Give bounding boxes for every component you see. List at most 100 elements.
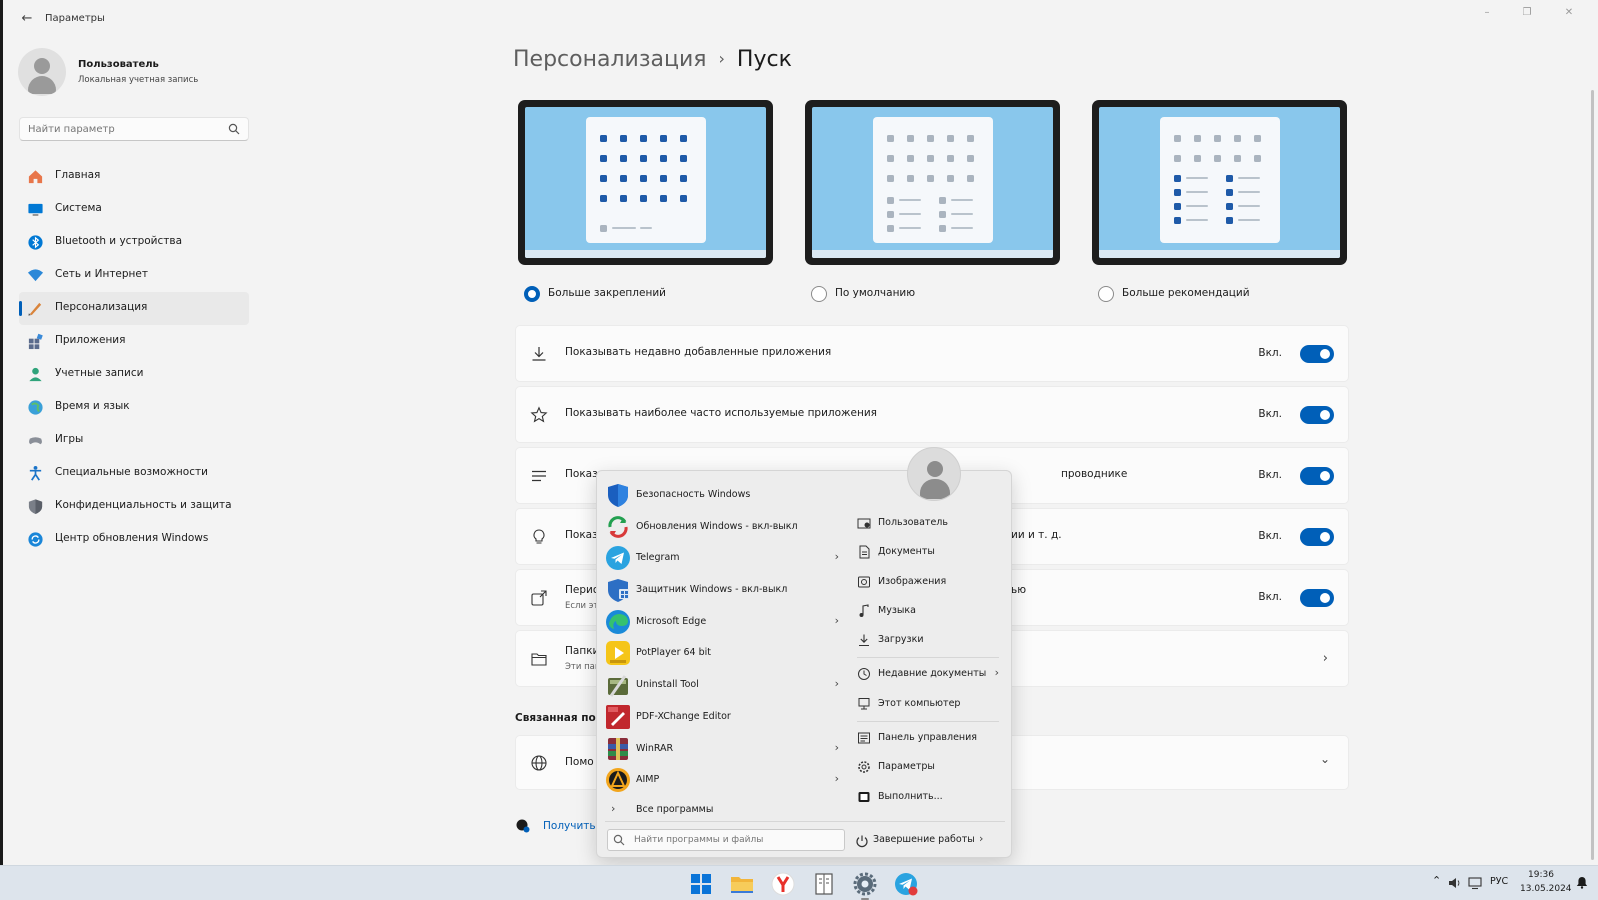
shutdown-button[interactable]: Завершение работы ›: [855, 831, 1005, 851]
preview-line: [899, 199, 921, 201]
sidebar-item-windows-update[interactable]: Центр обновления Windows: [19, 523, 249, 556]
sidebar-item-network[interactable]: Сеть и Интернет: [19, 259, 249, 292]
chevron-right-icon[interactable]: ›: [835, 741, 839, 754]
start-place-settings-gear[interactable]: Параметры: [853, 753, 1003, 782]
sidebar-item-gaming[interactable]: Игры: [19, 424, 249, 457]
start-app-windows-updates-toggle[interactable]: Обновления Windows - вкл-выкл: [605, 511, 845, 543]
scrollbar[interactable]: [1591, 90, 1594, 860]
setting-label: Показ: [565, 529, 598, 541]
sidebar-item-system[interactable]: Система: [19, 193, 249, 226]
sidebar-item-time-language[interactable]: Время и язык: [19, 391, 249, 424]
sidebar-item-label: Главная: [55, 169, 101, 181]
search-input[interactable]: [28, 121, 218, 137]
layout-preview-2[interactable]: [805, 100, 1060, 265]
start-app-winrar[interactable]: WinRAR ›: [605, 733, 845, 765]
start-place-recent[interactable]: Недавние документы ›: [853, 660, 1003, 689]
user-profile[interactable]: Пользователь Локальная учетная запись: [18, 48, 248, 96]
taskbar-settings-app[interactable]: [852, 871, 878, 900]
all-programs-button[interactable]: › Все программы: [605, 801, 845, 821]
start-place-documents[interactable]: Документы: [853, 538, 1003, 567]
minimize-button[interactable]: –: [1472, 4, 1502, 22]
start-place-run[interactable]: Выполнить...: [853, 783, 1003, 812]
start-app-telegram[interactable]: Telegram ›: [605, 542, 845, 574]
start-app-potplayer[interactable]: PotPlayer 64 bit: [605, 637, 845, 669]
toggle-switch[interactable]: [1300, 467, 1334, 485]
toggle-switch[interactable]: [1300, 406, 1334, 424]
layout-preview-3[interactable]: [1092, 100, 1347, 265]
start-search-input[interactable]: [634, 833, 834, 847]
sidebar-item-label: Учетные записи: [55, 367, 144, 379]
start-place-user-folder[interactable]: Пользователь: [853, 509, 1003, 538]
start-search-box[interactable]: [607, 829, 845, 851]
sidebar-item-privacy-shield[interactable]: Конфиденциальность и защита: [19, 490, 249, 523]
chevron-right-icon[interactable]: ›: [979, 832, 983, 845]
sidebar-item-apps[interactable]: Приложения: [19, 325, 249, 358]
layout-radio-1[interactable]: [524, 286, 540, 302]
layout-option-3[interactable]: Больше рекомендаций: [1098, 285, 1338, 303]
start-place-music[interactable]: Музыка: [853, 597, 1003, 626]
chevron-right-icon[interactable]: ›: [995, 666, 999, 679]
clock-date[interactable]: 13.05.2024: [1520, 884, 1572, 894]
start-app-windows-security[interactable]: Безопасность Windows: [605, 479, 845, 511]
taskbar-file-explorer[interactable]: [729, 871, 755, 897]
breadcrumb-parent[interactable]: Персонализация: [513, 47, 707, 72]
preview-line: [1238, 205, 1260, 207]
start-app-uninstall-tool[interactable]: Uninstall Tool ›: [605, 669, 845, 701]
preview-tile: [1194, 135, 1201, 142]
setting-label: Показывать наиболее часто используемые п…: [565, 407, 877, 419]
start-app-edge[interactable]: Microsoft Edge ›: [605, 606, 845, 638]
sidebar-item-bluetooth[interactable]: Bluetooth и устройства: [19, 226, 249, 259]
settings-search-box[interactable]: [19, 117, 249, 141]
network-tray-icon[interactable]: [1468, 876, 1482, 890]
start-place-control-panel[interactable]: Панель управления: [853, 724, 1003, 753]
chevron-down-icon[interactable]: ⌄: [1320, 752, 1330, 766]
sidebar-item-personalization[interactable]: Персонализация: [19, 292, 249, 325]
input-language[interactable]: РУС: [1490, 876, 1508, 887]
taskbar-telegram-taskbar[interactable]: [893, 871, 919, 897]
start-place-downloads[interactable]: Загрузки: [853, 626, 1003, 655]
taskbar-notes-app[interactable]: [811, 871, 837, 897]
clock-time[interactable]: 19:36: [1528, 870, 1554, 880]
close-button[interactable]: ✕: [1554, 4, 1584, 22]
toggle-switch[interactable]: [1300, 345, 1334, 363]
layout-option-1[interactable]: Больше закреплений: [524, 285, 764, 303]
windows-start-icon: [691, 874, 711, 894]
layout-radio-2[interactable]: [811, 286, 827, 302]
sidebar-item-accessibility[interactable]: Специальные возможности: [19, 457, 249, 490]
chevron-right-icon[interactable]: ›: [835, 614, 839, 627]
layout-preview-1[interactable]: [518, 100, 773, 265]
start-app-pdf-xchange[interactable]: PDF-XChange Editor: [605, 701, 845, 733]
start-place-pictures[interactable]: Изображения: [853, 568, 1003, 597]
volume-icon[interactable]: [1448, 876, 1462, 890]
sidebar-item-accounts[interactable]: Учетные записи: [19, 358, 249, 391]
setting-row-1[interactable]: Показывать недавно добавленные приложени…: [515, 325, 1349, 382]
chevron-right-icon[interactable]: ›: [1323, 651, 1328, 666]
start-menu-avatar[interactable]: [907, 447, 961, 501]
toggle-switch[interactable]: [1300, 528, 1334, 546]
chevron-up-icon[interactable]: ⌃: [1432, 874, 1441, 887]
layout-radio-3[interactable]: [1098, 286, 1114, 302]
back-button[interactable]: ←: [17, 10, 37, 28]
taskbar-yandex-browser[interactable]: [770, 871, 796, 897]
preview-tile: [947, 175, 954, 182]
start-app-label: Telegram: [636, 552, 680, 564]
chevron-right-icon[interactable]: ›: [835, 550, 839, 563]
chevron-right-icon[interactable]: ›: [835, 772, 839, 785]
toggle-switch[interactable]: [1300, 589, 1334, 607]
notification-bell-icon[interactable]: [1576, 876, 1588, 889]
maximize-button[interactable]: ❐: [1512, 4, 1542, 22]
sidebar-item-home[interactable]: Главная: [19, 160, 249, 193]
preview-tile: [620, 135, 627, 142]
preview-tile: [967, 135, 974, 142]
preview-tile: [1234, 135, 1241, 142]
get-help-label: Получить: [543, 820, 596, 832]
setting-description: Если эт: [565, 601, 599, 611]
setting-row-2[interactable]: Показывать наиболее часто используемые п…: [515, 386, 1349, 443]
layout-option-2[interactable]: По умолчанию: [811, 285, 1051, 303]
start-place-this-pc[interactable]: Этот компьютер: [853, 690, 1003, 719]
start-app-windows-defender[interactable]: Защитник Windows - вкл-выкл: [605, 574, 845, 606]
start-app-aimp[interactable]: AIMP ›: [605, 764, 845, 796]
start-app-label: PotPlayer 64 bit: [636, 647, 712, 659]
chevron-right-icon[interactable]: ›: [835, 677, 839, 690]
taskbar-windows-start[interactable]: [688, 871, 714, 897]
